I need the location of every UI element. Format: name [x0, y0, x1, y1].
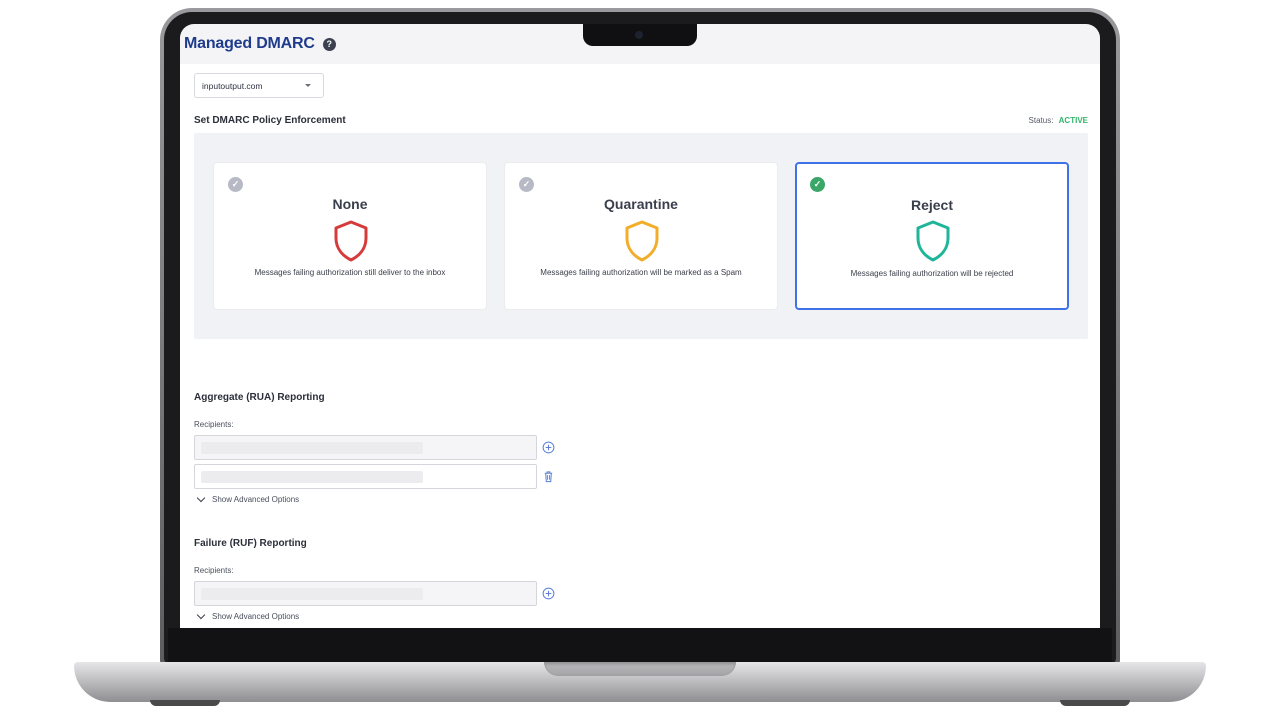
advanced-options-label: Show Advanced Options: [212, 612, 300, 621]
laptop-foot: [150, 700, 220, 706]
failure-advanced-toggle[interactable]: Show Advanced Options: [196, 610, 300, 621]
chevron-down-icon: [196, 610, 206, 620]
policy-card-title: Quarantine: [604, 196, 678, 212]
policy-card-description: Messages failing authorization still del…: [254, 268, 446, 277]
laptop-foot: [1060, 700, 1130, 706]
policy-card-none[interactable]: ✓ None Messages failing authorization st…: [213, 162, 487, 310]
policy-options-area: ✓ None Messages failing authorization st…: [194, 133, 1088, 339]
camera-icon: [635, 31, 643, 39]
page-title: Managed DMARC: [184, 35, 315, 52]
status-badge: ACTIVE: [1058, 116, 1088, 125]
aggregate-recipient-input[interactable]: [194, 435, 537, 460]
policy-card-description: Messages failing authorization will be m…: [540, 268, 742, 277]
policy-heading: Set DMARC Policy Enforcement: [194, 115, 346, 126]
aggregate-recipients-label: Recipients:: [194, 420, 234, 429]
help-icon[interactable]: ?: [322, 37, 336, 51]
checkmark-icon: ✓: [810, 177, 825, 192]
policy-card-reject[interactable]: ✓ Reject Messages failing authorization …: [795, 162, 1069, 310]
trash-icon[interactable]: [542, 470, 555, 483]
failure-recipient-input[interactable]: [194, 581, 537, 606]
camera-notch: [583, 24, 697, 46]
laptop-base-notch: [544, 662, 736, 676]
domain-select-value: inputoutput.com: [202, 80, 263, 91]
domain-select[interactable]: inputoutput.com: [194, 73, 324, 98]
checkmark-icon: ✓: [519, 177, 534, 192]
failure-heading: Failure (RUF) Reporting: [194, 538, 307, 549]
policy-card-quarantine[interactable]: ✓ Quarantine Messages failing authorizat…: [504, 162, 778, 310]
failure-recipients-label: Recipients:: [194, 566, 234, 575]
caret-down-icon: [305, 84, 311, 87]
aggregate-heading: Aggregate (RUA) Reporting: [194, 392, 325, 403]
shield-icon: [334, 220, 368, 262]
status-label: Status:: [1028, 116, 1054, 125]
main-panel: inputoutput.com Set DMARC Policy Enforce…: [180, 64, 1100, 628]
laptop-mockup: Managed DMARC ? inputoutput.com Set DMAR…: [0, 0, 1280, 720]
laptop-bezel-bottom: [168, 628, 1112, 662]
status-indicator: Status: ACTIVE: [1029, 116, 1088, 125]
chevron-down-icon: [196, 493, 206, 503]
aggregate-advanced-toggle[interactable]: Show Advanced Options: [196, 493, 300, 504]
policy-card-description: Messages failing authorization will be r…: [850, 269, 1014, 278]
policy-card-title: None: [332, 196, 368, 212]
plus-circle-icon[interactable]: [542, 587, 555, 600]
checkmark-icon: ✓: [228, 177, 243, 192]
laptop-screen: Managed DMARC ? inputoutput.com Set DMAR…: [180, 24, 1100, 628]
plus-circle-icon[interactable]: [542, 441, 555, 454]
policy-card-title: Reject: [910, 197, 954, 213]
aggregate-recipient-input[interactable]: [194, 464, 537, 489]
shield-icon: [625, 220, 659, 262]
shield-icon: [916, 220, 950, 262]
advanced-options-label: Show Advanced Options: [212, 495, 300, 504]
